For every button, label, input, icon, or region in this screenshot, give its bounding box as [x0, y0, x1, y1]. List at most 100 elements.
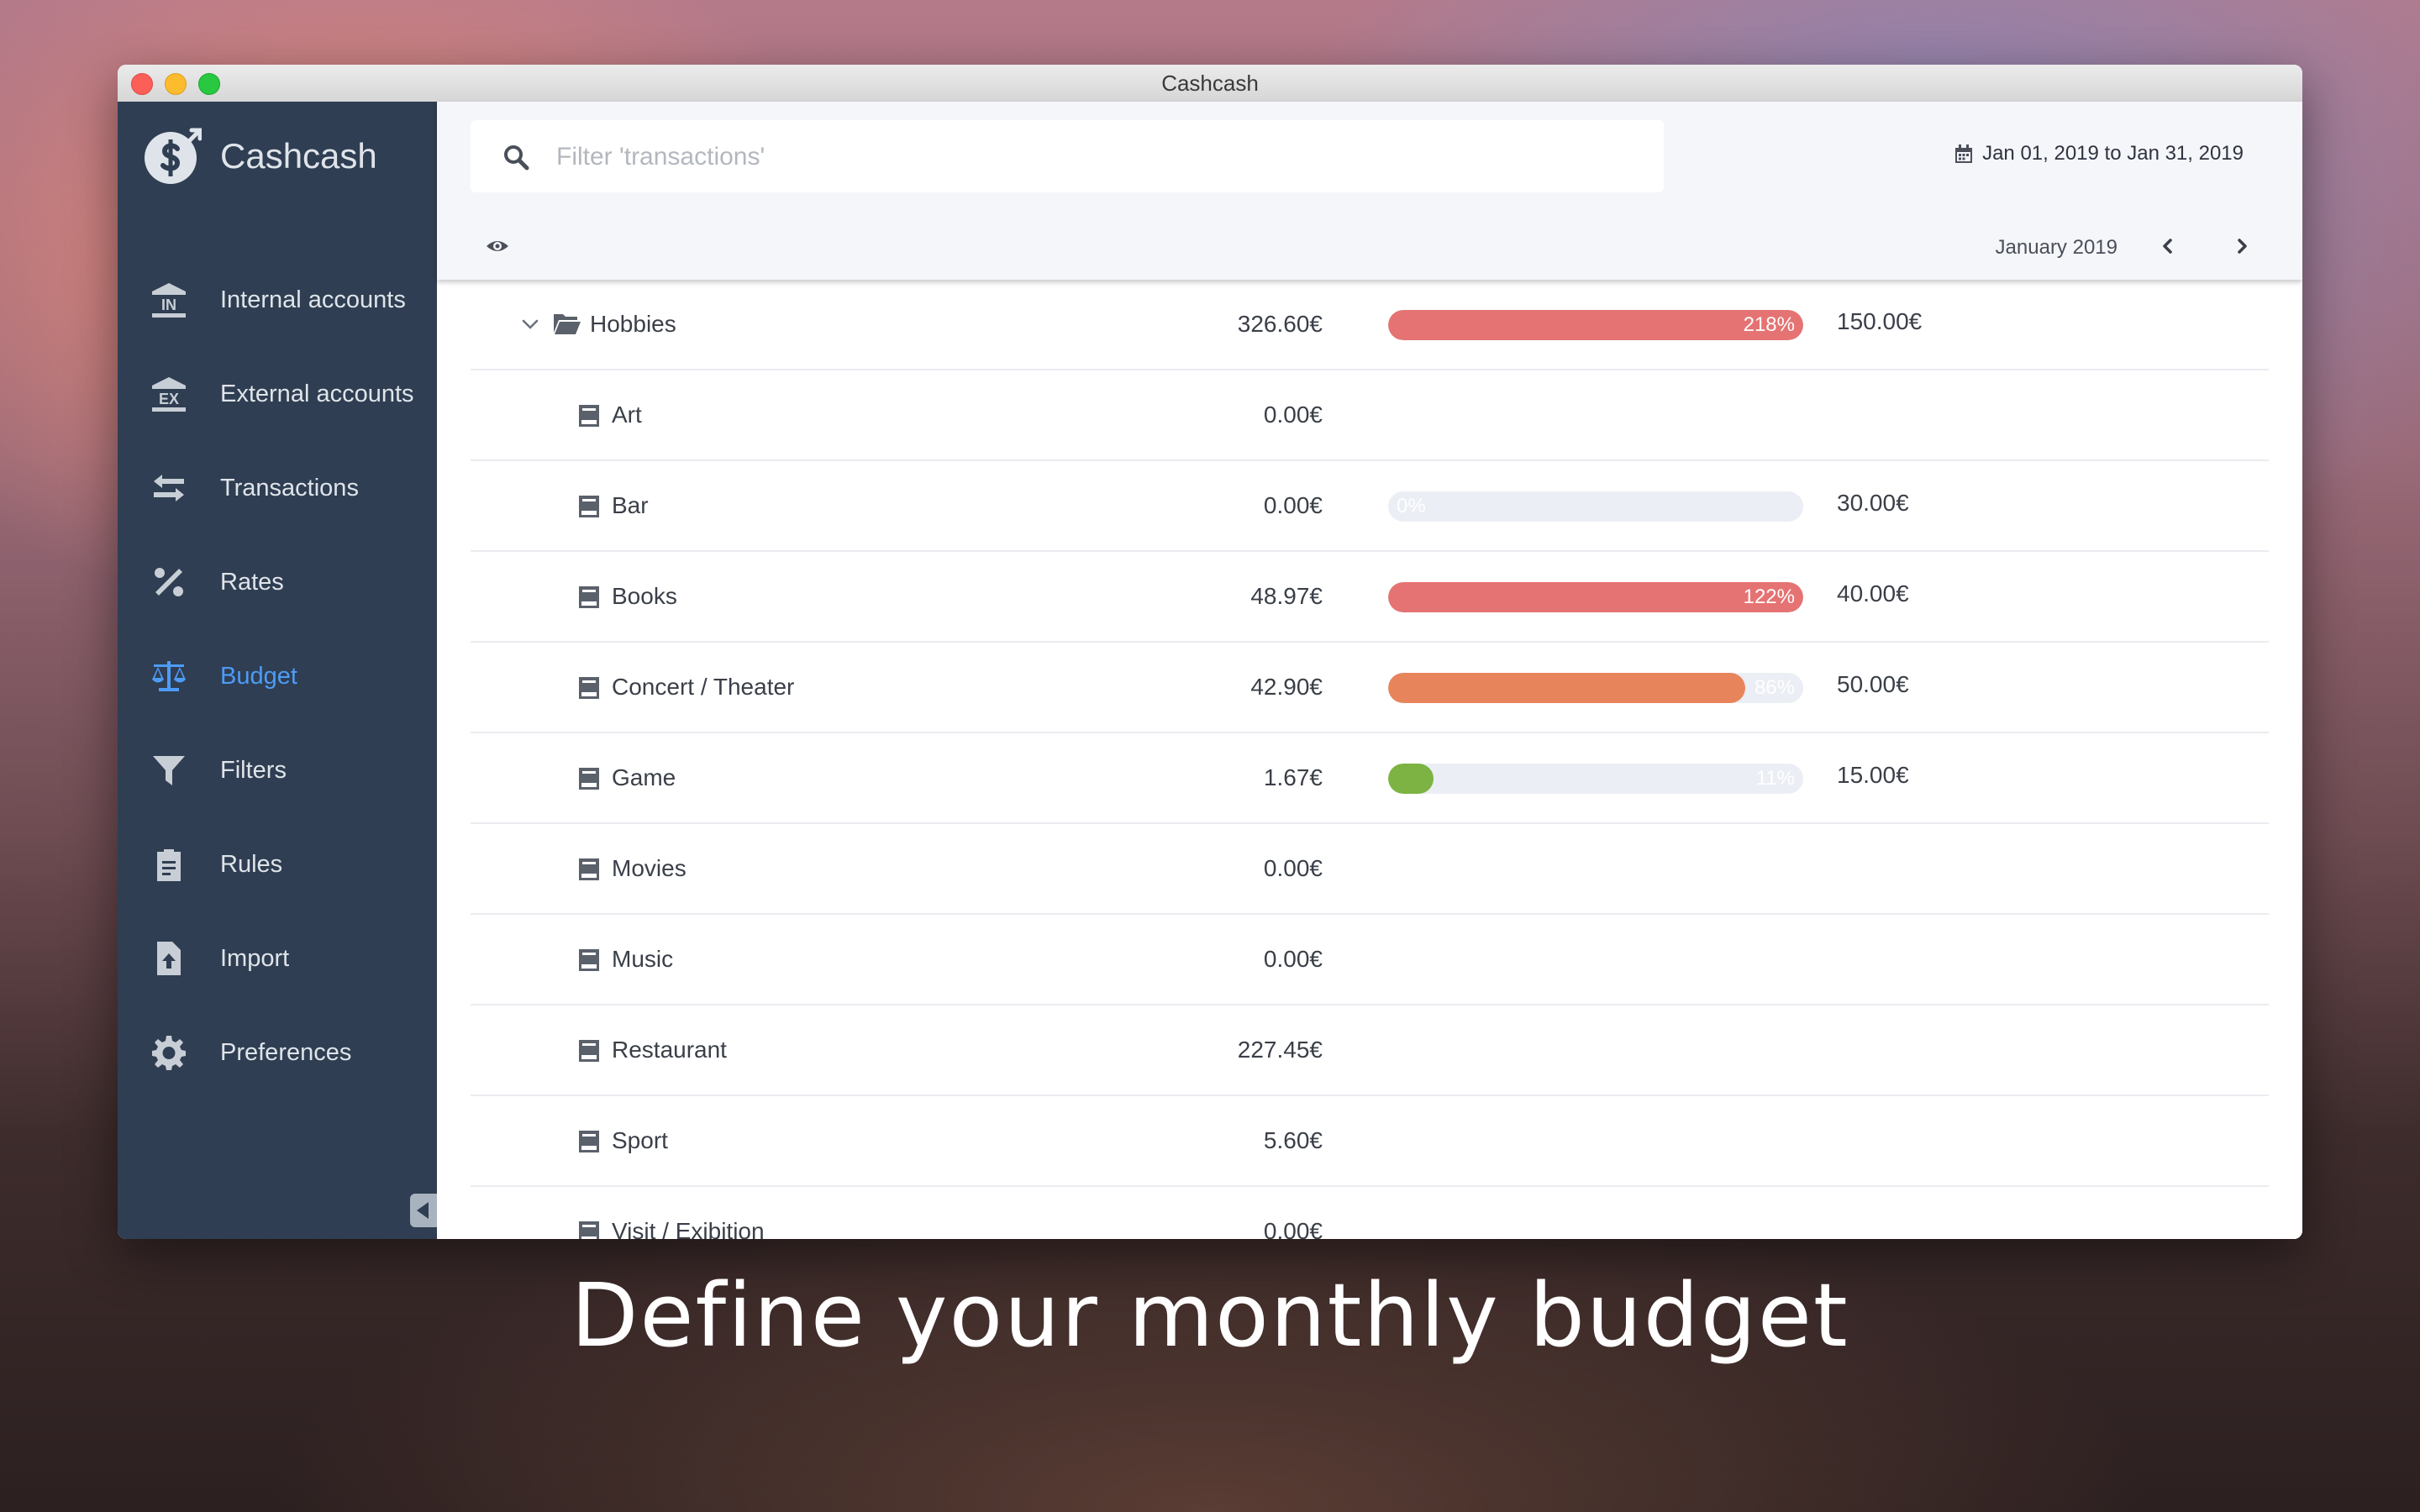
chevron-down-icon[interactable]: [521, 315, 539, 333]
search-input[interactable]: [555, 120, 1634, 194]
budget-progress-label: 11%: [1755, 767, 1795, 790]
category-name: Restaurant: [612, 1037, 727, 1063]
budget-progress-label: 122%: [1743, 585, 1795, 608]
app-name: Cashcash: [220, 136, 377, 176]
marketing-caption: Define your monthly budget: [571, 1264, 1849, 1367]
search-icon: [504, 145, 529, 171]
sidebar: Cashcash IN Internal accounts EX Externa…: [118, 102, 437, 1239]
date-range-text: Jan 01, 2019 to Jan 31, 2019: [1982, 142, 2244, 165]
balance-scale-icon: [150, 657, 188, 696]
category-budget[interactable]: 50.00€: [1837, 643, 1909, 727]
exchange-icon: [150, 469, 188, 507]
sidebar-item-filters[interactable]: Filters: [118, 723, 437, 817]
budget-parent-row[interactable]: Hobbies 326.60€ 218% 150.00€: [471, 280, 2269, 370]
calendar-icon: [1955, 144, 1973, 163]
clipboard-icon: [150, 845, 188, 884]
bank-ex-icon: EX: [150, 375, 188, 413]
book-icon: [579, 496, 599, 517]
book-icon: [579, 1040, 599, 1062]
next-period-button[interactable]: [2230, 234, 2254, 258]
category-amount: 5.60€: [1263, 1127, 1323, 1153]
budget-row[interactable]: Visit / Exibition 0.00€: [471, 1187, 2269, 1239]
sidebar-item-internal-accounts[interactable]: IN Internal accounts: [118, 253, 437, 347]
eye-icon[interactable]: [486, 234, 509, 258]
svg-text:IN: IN: [161, 297, 176, 313]
budget-row[interactable]: Books 48.97€ 122% 40.00€: [471, 552, 2269, 643]
sidebar-item-label: Rules: [220, 850, 283, 878]
budget-progress-fill: [1388, 582, 1803, 612]
percent-icon: [150, 563, 188, 601]
sidebar-item-label: Transactions: [220, 474, 359, 501]
sidebar-item-label: Internal accounts: [220, 286, 406, 313]
budget-table: Hobbies 326.60€ 218% 150.00€ Art 0.00€ B…: [471, 280, 2269, 1239]
book-icon: [579, 405, 599, 427]
title-bar: Cashcash: [118, 65, 2302, 102]
budget-row[interactable]: Art 0.00€: [471, 370, 2269, 461]
category-amount: 42.90€: [1250, 674, 1323, 700]
budget-row[interactable]: Sport 5.60€: [471, 1096, 2269, 1187]
sidebar-item-label: External accounts: [220, 380, 414, 407]
category-name: Visit / Exibition: [612, 1218, 765, 1239]
category-amount: 0.00€: [1263, 946, 1323, 972]
previous-period-button[interactable]: [2156, 234, 2180, 258]
sidebar-item-transactions[interactable]: Transactions: [118, 441, 437, 535]
category-amount: 326.60€: [1237, 311, 1323, 337]
budget-progress-fill: [1388, 310, 1803, 340]
category-budget[interactable]: 15.00€: [1837, 733, 1909, 817]
budget-row[interactable]: Restaurant 227.45€: [471, 1005, 2269, 1096]
gear-icon: [150, 1033, 188, 1072]
sidebar-item-label: Import: [220, 944, 290, 972]
filter-icon: [150, 751, 188, 790]
budget-progress-fill: [1388, 764, 1434, 794]
category-amount: 48.97€: [1250, 583, 1323, 609]
book-icon: [579, 677, 599, 699]
sidebar-item-rates[interactable]: Rates: [118, 535, 437, 629]
budget-progress-bar: 122%: [1388, 582, 1803, 612]
sidebar-item-external-accounts[interactable]: EX External accounts: [118, 347, 437, 441]
collapse-sidebar-button[interactable]: [410, 1194, 437, 1227]
period-label: January 2019: [1995, 236, 2118, 259]
app-window: Cashcash Cashcash IN Internal accounts E…: [118, 65, 2302, 1239]
sidebar-item-label: Filters: [220, 756, 287, 784]
sidebar-item-label: Budget: [220, 662, 297, 690]
budget-row[interactable]: Bar 0.00€ 0% 30.00€: [471, 461, 2269, 552]
book-icon: [579, 1131, 599, 1152]
sidebar-item-import[interactable]: Import: [118, 911, 437, 1005]
budget-progress-bar: 11%: [1388, 764, 1803, 794]
sidebar-item-label: Rates: [220, 568, 284, 596]
budget-progress-bar: 218%: [1388, 310, 1803, 340]
budget-row[interactable]: Concert / Theater 42.90€ 86% 50.00€: [471, 643, 2269, 733]
book-icon: [579, 949, 599, 971]
category-name: Music: [612, 946, 674, 972]
category-budget[interactable]: 150.00€: [1837, 280, 1922, 364]
category-amount: 0.00€: [1263, 492, 1323, 518]
sidebar-item-label: Preferences: [220, 1038, 352, 1066]
budget-progress-label: 0%: [1397, 495, 1426, 517]
category-amount: 1.67€: [1263, 764, 1323, 790]
budget-progress-label: 218%: [1743, 313, 1795, 336]
category-amount: 0.00€: [1263, 1218, 1323, 1239]
budget-row[interactable]: Music 0.00€: [471, 915, 2269, 1005]
sidebar-item-preferences[interactable]: Preferences: [118, 1005, 437, 1100]
cashcash-logo-icon: [145, 128, 202, 184]
toolbar: Jan 01, 2019 to Jan 31, 2019 January 201…: [437, 102, 2302, 280]
sidebar-item-budget[interactable]: Budget: [118, 629, 437, 723]
main-content: Jan 01, 2019 to Jan 31, 2019 January 201…: [437, 102, 2302, 1239]
category-budget[interactable]: 40.00€: [1837, 552, 1909, 636]
category-name: Movies: [612, 855, 687, 881]
book-icon: [579, 768, 599, 790]
budget-row[interactable]: Movies 0.00€: [471, 824, 2269, 915]
budget-row[interactable]: Game 1.67€ 11% 15.00€: [471, 733, 2269, 824]
sidebar-item-rules[interactable]: Rules: [118, 817, 437, 911]
window-title: Cashcash: [1161, 71, 1259, 96]
category-amount: 0.00€: [1263, 402, 1323, 428]
category-budget[interactable]: 30.00€: [1837, 461, 1909, 545]
budget-progress-bar: 0%: [1388, 491, 1803, 522]
category-amount: 227.45€: [1237, 1037, 1323, 1063]
brand: Cashcash: [143, 118, 377, 194]
budget-progress-fill: [1388, 673, 1745, 703]
category-name: Hobbies: [590, 311, 676, 337]
search-box: [471, 120, 1664, 194]
date-range-picker[interactable]: Jan 01, 2019 to Jan 31, 2019: [1954, 142, 2244, 165]
category-name: Game: [612, 764, 676, 790]
